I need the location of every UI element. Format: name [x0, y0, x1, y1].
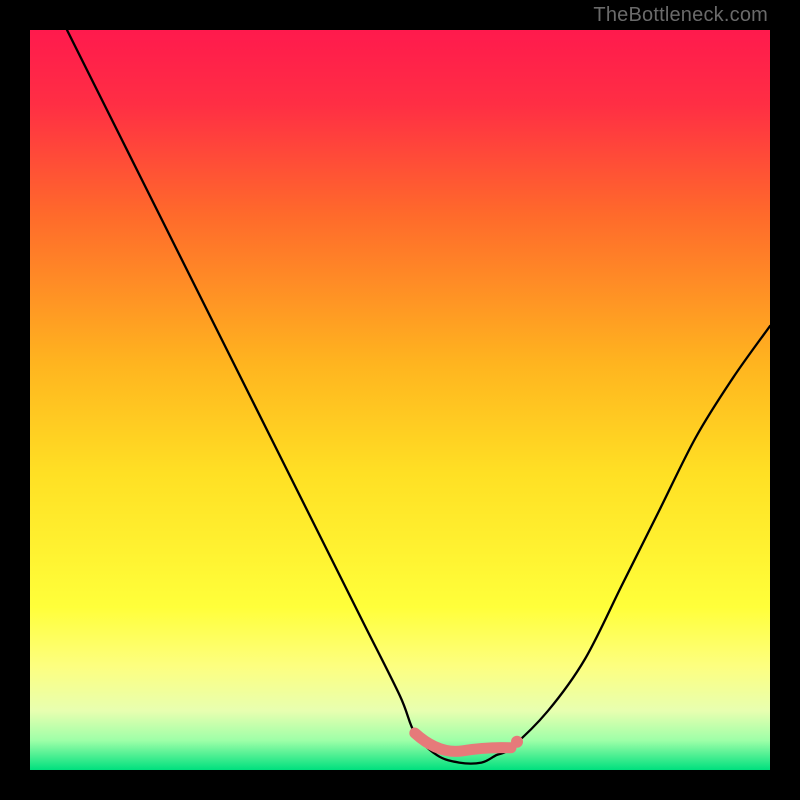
curve-layer — [30, 30, 770, 770]
plot-area — [30, 30, 770, 770]
watermark-text: TheBottleneck.com — [593, 4, 768, 27]
chart-frame: TheBottleneck.com — [0, 0, 800, 800]
valley-marker-dot — [511, 736, 523, 748]
bottleneck-curve — [67, 30, 770, 764]
valley-marker-band — [415, 733, 511, 751]
